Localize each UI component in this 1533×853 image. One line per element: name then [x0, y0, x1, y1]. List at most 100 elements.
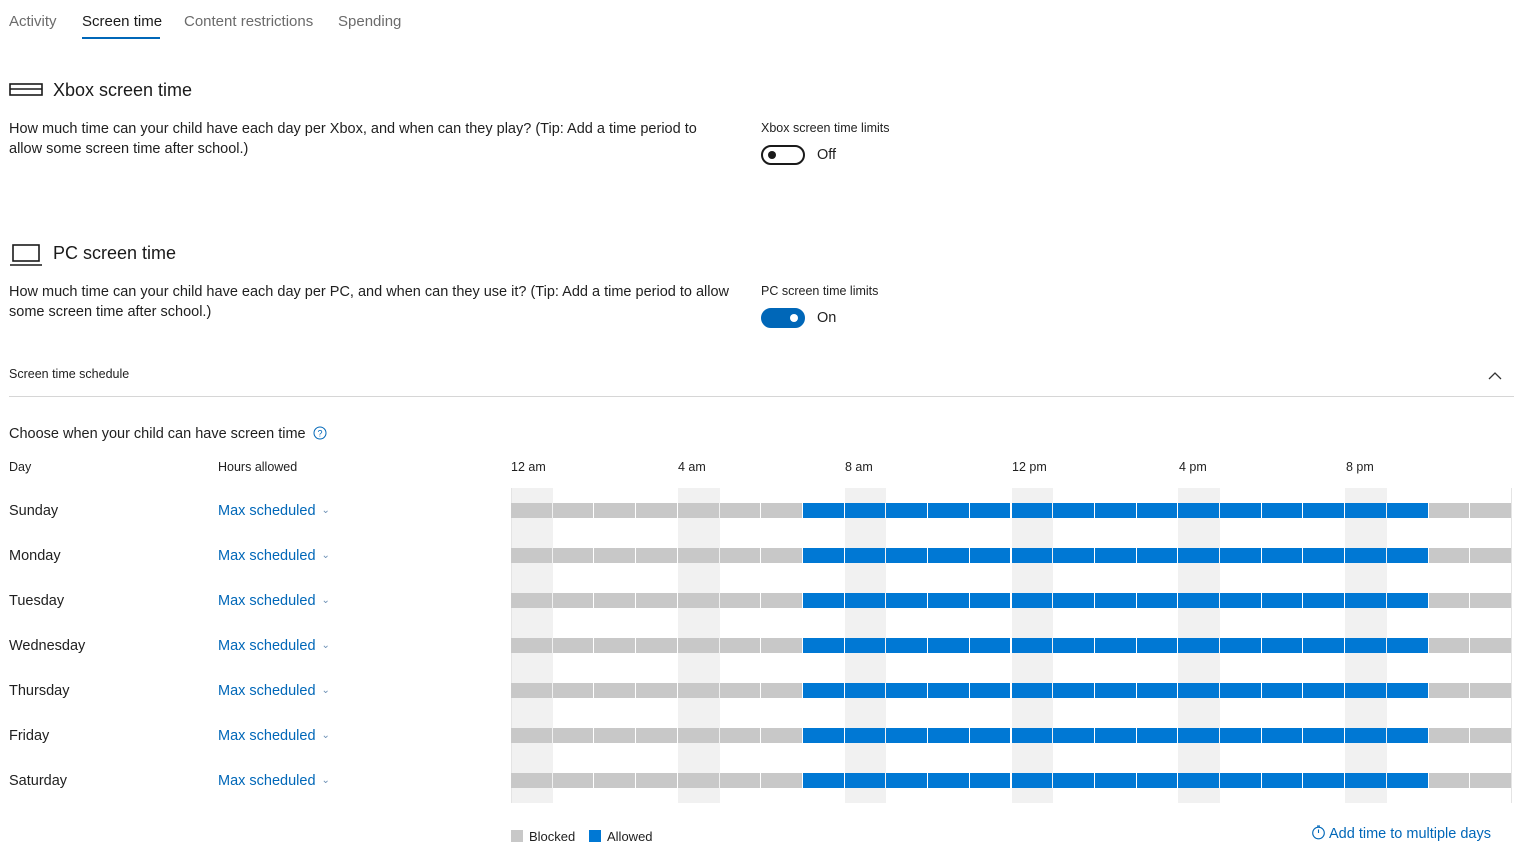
blocked-hour-segment[interactable] — [636, 773, 677, 788]
allowed-hour-segment[interactable] — [1053, 503, 1094, 518]
blocked-hour-segment[interactable] — [1470, 503, 1511, 518]
allowed-hour-segment[interactable] — [1303, 638, 1345, 653]
blocked-hour-segment[interactable] — [511, 638, 552, 653]
allowed-hour-segment[interactable] — [886, 593, 928, 608]
allowed-hour-segment[interactable] — [1303, 728, 1345, 743]
allowed-hour-segment[interactable] — [1303, 593, 1345, 608]
allowed-hour-segment[interactable] — [928, 683, 969, 698]
blocked-hour-segment[interactable] — [1428, 593, 1470, 608]
hours-dropdown-monday[interactable]: Max scheduled ⌄ — [218, 548, 330, 564]
blocked-hour-segment[interactable] — [636, 503, 677, 518]
blocked-hour-segment[interactable] — [636, 638, 677, 653]
blocked-hour-segment[interactable] — [636, 593, 677, 608]
blocked-hour-segment[interactable] — [552, 503, 594, 518]
allowed-hour-segment[interactable] — [969, 638, 1011, 653]
allowed-hour-segment[interactable] — [1220, 638, 1261, 653]
allowed-hour-segment[interactable] — [1136, 548, 1178, 563]
blocked-hour-segment[interactable] — [1470, 593, 1511, 608]
day-schedule-row[interactable] — [511, 548, 1512, 563]
blocked-hour-segment[interactable] — [761, 548, 802, 563]
allowed-hour-segment[interactable] — [928, 638, 969, 653]
blocked-hour-segment[interactable] — [719, 683, 761, 698]
allowed-hour-segment[interactable] — [1345, 683, 1386, 698]
allowed-hour-segment[interactable] — [1053, 728, 1094, 743]
blocked-hour-segment[interactable] — [1470, 773, 1511, 788]
allowed-hour-segment[interactable] — [1261, 728, 1303, 743]
blocked-hour-segment[interactable] — [594, 593, 636, 608]
hours-dropdown-saturday[interactable]: Max scheduled ⌄ — [218, 773, 330, 789]
blocked-hour-segment[interactable] — [1428, 503, 1470, 518]
blocked-hour-segment[interactable] — [761, 683, 802, 698]
allowed-hour-segment[interactable] — [969, 593, 1011, 608]
blocked-hour-segment[interactable] — [594, 728, 636, 743]
allowed-hour-segment[interactable] — [1094, 683, 1136, 698]
tab-activity[interactable]: Activity — [9, 13, 57, 30]
allowed-hour-segment[interactable] — [1053, 548, 1094, 563]
allowed-hour-segment[interactable] — [1053, 593, 1094, 608]
hours-dropdown-tuesday[interactable]: Max scheduled ⌄ — [218, 593, 330, 609]
allowed-hour-segment[interactable] — [1386, 503, 1428, 518]
allowed-hour-segment[interactable] — [844, 503, 886, 518]
blocked-hour-segment[interactable] — [511, 683, 552, 698]
allowed-hour-segment[interactable] — [1011, 503, 1053, 518]
allowed-hour-segment[interactable] — [1011, 638, 1053, 653]
blocked-hour-segment[interactable] — [677, 638, 719, 653]
blocked-hour-segment[interactable] — [1428, 728, 1470, 743]
allowed-hour-segment[interactable] — [1220, 503, 1261, 518]
blocked-hour-segment[interactable] — [511, 548, 552, 563]
blocked-hour-segment[interactable] — [719, 728, 761, 743]
allowed-hour-segment[interactable] — [1053, 638, 1094, 653]
allowed-hour-segment[interactable] — [1178, 638, 1220, 653]
allowed-hour-segment[interactable] — [969, 548, 1011, 563]
blocked-hour-segment[interactable] — [552, 548, 594, 563]
allowed-hour-segment[interactable] — [1261, 503, 1303, 518]
allowed-hour-segment[interactable] — [1345, 593, 1386, 608]
allowed-hour-segment[interactable] — [1094, 503, 1136, 518]
allowed-hour-segment[interactable] — [1303, 683, 1345, 698]
tab-spending[interactable]: Spending — [338, 13, 401, 30]
blocked-hour-segment[interactable] — [1428, 683, 1470, 698]
day-schedule-row[interactable] — [511, 773, 1512, 788]
allowed-hour-segment[interactable] — [844, 728, 886, 743]
allowed-hour-segment[interactable] — [802, 683, 844, 698]
pc-limits-toggle[interactable] — [761, 308, 805, 328]
blocked-hour-segment[interactable] — [1470, 683, 1511, 698]
blocked-hour-segment[interactable] — [552, 728, 594, 743]
allowed-hour-segment[interactable] — [1303, 503, 1345, 518]
blocked-hour-segment[interactable] — [719, 503, 761, 518]
allowed-hour-segment[interactable] — [802, 773, 844, 788]
allowed-hour-segment[interactable] — [886, 773, 928, 788]
blocked-hour-segment[interactable] — [761, 638, 802, 653]
blocked-hour-segment[interactable] — [552, 683, 594, 698]
blocked-hour-segment[interactable] — [677, 503, 719, 518]
allowed-hour-segment[interactable] — [1386, 683, 1428, 698]
allowed-hour-segment[interactable] — [1094, 593, 1136, 608]
blocked-hour-segment[interactable] — [636, 728, 677, 743]
allowed-hour-segment[interactable] — [1345, 773, 1386, 788]
allowed-hour-segment[interactable] — [844, 773, 886, 788]
schedule-grid[interactable] — [511, 488, 1512, 803]
allowed-hour-segment[interactable] — [802, 638, 844, 653]
allowed-hour-segment[interactable] — [1386, 593, 1428, 608]
tab-content-restrictions[interactable]: Content restrictions — [184, 13, 313, 30]
allowed-hour-segment[interactable] — [1011, 548, 1053, 563]
allowed-hour-segment[interactable] — [969, 728, 1011, 743]
blocked-hour-segment[interactable] — [719, 638, 761, 653]
allowed-hour-segment[interactable] — [1303, 773, 1345, 788]
allowed-hour-segment[interactable] — [1220, 773, 1261, 788]
xbox-limits-toggle[interactable] — [761, 145, 805, 165]
allowed-hour-segment[interactable] — [1094, 773, 1136, 788]
allowed-hour-segment[interactable] — [844, 683, 886, 698]
allowed-hour-segment[interactable] — [969, 683, 1011, 698]
blocked-hour-segment[interactable] — [1428, 548, 1470, 563]
allowed-hour-segment[interactable] — [844, 548, 886, 563]
blocked-hour-segment[interactable] — [761, 728, 802, 743]
blocked-hour-segment[interactable] — [761, 593, 802, 608]
allowed-hour-segment[interactable] — [1136, 593, 1178, 608]
allowed-hour-segment[interactable] — [1220, 548, 1261, 563]
allowed-hour-segment[interactable] — [1178, 593, 1220, 608]
blocked-hour-segment[interactable] — [1428, 638, 1470, 653]
blocked-hour-segment[interactable] — [594, 548, 636, 563]
allowed-hour-segment[interactable] — [1011, 593, 1053, 608]
allowed-hour-segment[interactable] — [1261, 548, 1303, 563]
